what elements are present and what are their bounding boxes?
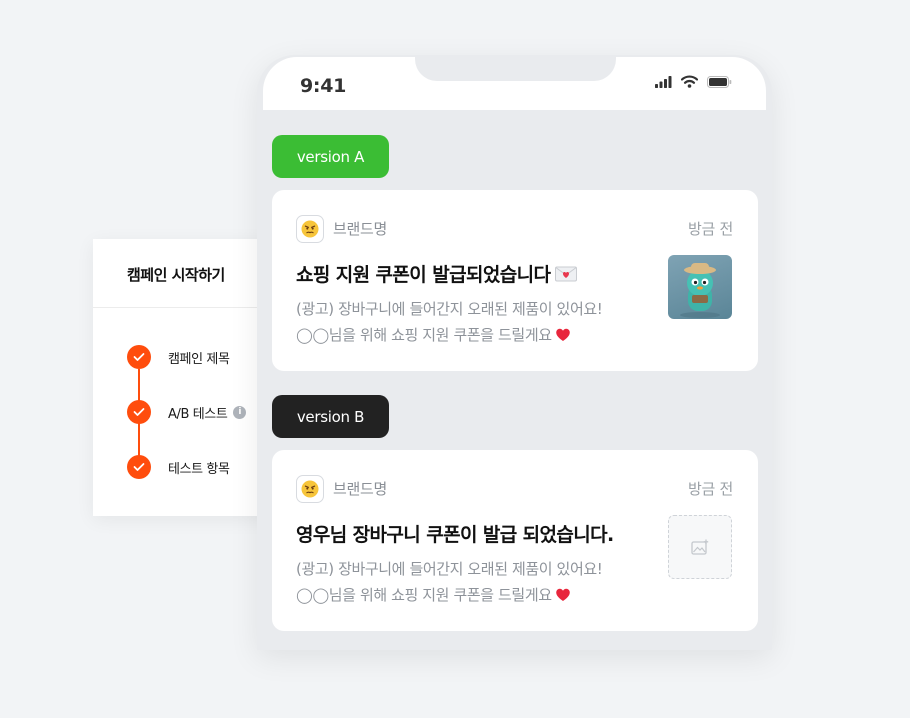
notification-line-2: ◯◯님을 위해 쇼핑 지원 쿠폰을 드릴게요: [296, 584, 571, 605]
notification-line-2-text: ◯◯님을 위해 쇼핑 지원 쿠폰을 드릴게요: [296, 326, 552, 344]
step-label: A/B 테스트: [168, 406, 228, 422]
wifi-icon: [681, 75, 698, 88]
angry-face-icon: [301, 220, 319, 238]
status-bar: 9:41: [263, 57, 766, 110]
version-b-badge: version B: [272, 395, 389, 438]
step-test-items[interactable]: 테스트 항목: [127, 455, 230, 479]
notification-title: 영우님 장바구니 쿠폰이 발급 되었습니다.: [296, 520, 614, 547]
status-time: 9:41: [300, 75, 347, 97]
version-a-badge: version A: [272, 135, 389, 178]
panel-title: 캠페인 시작하기: [127, 266, 225, 284]
battery-icon: [707, 75, 732, 88]
image-placeholder-icon: [691, 539, 709, 555]
notification-line-1: (광고) 장바구니에 들어간지 오래된 제품이 있어요!: [296, 560, 603, 578]
notification-line-1: (광고) 장바구니에 들어간지 오래된 제품이 있어요!: [296, 300, 603, 318]
step-campaign-title[interactable]: 캠페인 제목: [127, 345, 230, 369]
step-label: 테스트 항목: [168, 461, 230, 477]
image-placeholder[interactable]: [668, 515, 732, 579]
notification-card-a[interactable]: 브랜드명 방금 전 쇼핑 지원 쿠폰이 발급되었습니다 (광고) 장바구니에 들…: [272, 190, 758, 371]
brand-name: 브랜드명: [333, 480, 388, 498]
time-ago: 방금 전: [688, 220, 733, 238]
love-letter-icon: [555, 266, 578, 281]
status-icons: [655, 75, 732, 88]
mascot-figure-image: [668, 255, 732, 319]
check-icon: [127, 455, 151, 479]
check-icon: [127, 400, 151, 424]
step-label: 캠페인 제목: [168, 351, 230, 367]
time-ago: 방금 전: [688, 480, 733, 498]
notification-line-2: ◯◯님을 위해 쇼핑 지원 쿠폰을 드릴게요: [296, 324, 571, 345]
notification-line-2-text: ◯◯님을 위해 쇼핑 지원 쿠폰을 드릴게요: [296, 586, 552, 604]
brand-icon: [296, 215, 324, 243]
brand-icon: [296, 475, 324, 503]
notification-title: 쇼핑 지원 쿠폰이 발급되었습니다: [296, 260, 578, 287]
heart-icon: [555, 328, 570, 341]
notification-title-text: 쇼핑 지원 쿠폰이 발급되었습니다: [296, 264, 551, 286]
signal-icon: [655, 75, 672, 88]
check-icon: [127, 345, 151, 369]
phone-notch: [415, 57, 616, 81]
brand-name: 브랜드명: [333, 220, 388, 238]
step-ab-test[interactable]: A/B 테스트 i: [127, 400, 247, 424]
notification-card-b[interactable]: 브랜드명 방금 전 영우님 장바구니 쿠폰이 발급 되었습니다. (광고) 장바…: [272, 450, 758, 631]
notification-title-text: 영우님 장바구니 쿠폰이 발급 되었습니다.: [296, 524, 614, 546]
phone-mockup: 9:41 version A 브랜드명 방금 전 쇼핑 지원 쿠폰이 발급되었습…: [257, 55, 772, 650]
heart-icon: [555, 588, 570, 601]
angry-face-icon: [301, 480, 319, 498]
info-icon[interactable]: i: [233, 405, 247, 419]
